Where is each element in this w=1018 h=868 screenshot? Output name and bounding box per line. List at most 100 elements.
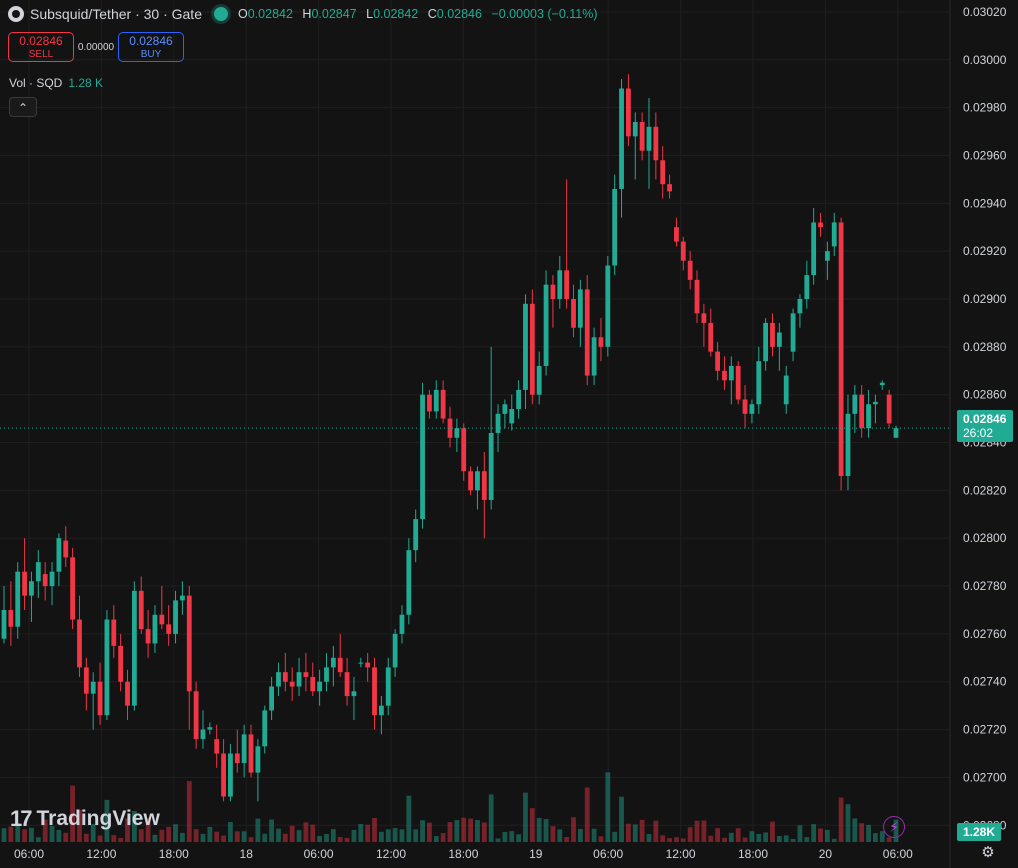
volume-bar: [166, 826, 172, 842]
price-tick-label: 0.02700: [963, 770, 1007, 784]
candle-body: [255, 746, 261, 773]
volume-bar: [790, 838, 796, 842]
chart-grid: [0, 0, 1018, 868]
volume-bar: [296, 830, 302, 842]
volume-bar: [248, 837, 254, 842]
last-price-value: 0.02846: [963, 412, 1007, 426]
volume-bar: [337, 837, 343, 842]
candle-body: [248, 734, 254, 773]
collapse-legend-button[interactable]: ⌃: [9, 97, 37, 117]
candle-body: [35, 562, 41, 582]
candle-body: [77, 619, 82, 668]
price-tick-label: 0.03020: [963, 5, 1007, 19]
candle-body: [221, 753, 226, 797]
symbol-logo-icon: [8, 6, 24, 22]
candle-body: [502, 404, 508, 414]
volume-bar: [454, 820, 460, 842]
candle-body: [591, 337, 597, 376]
candle-body: [797, 299, 803, 314]
volume-bar: [111, 835, 117, 842]
volume-bar: [639, 819, 645, 842]
time-tick-label: 06:00: [304, 847, 334, 861]
volume-bar: [557, 829, 563, 842]
volume-bar: [481, 822, 487, 842]
candle-body: [481, 471, 487, 500]
volume-bar: [735, 828, 741, 842]
candle-body: [742, 399, 748, 414]
volume-bar: [715, 828, 721, 842]
candle-body: [276, 672, 281, 687]
candle-body: [831, 222, 837, 247]
sell-button[interactable]: 0.02846 SELL: [8, 32, 74, 62]
settings-gear-icon[interactable]: ⚙: [980, 845, 996, 861]
candle-body: [152, 614, 158, 644]
candle-body: [612, 188, 618, 266]
symbol-legend: Subsquid/Tether · 30 · Gate O0.02842 H0.…: [8, 6, 604, 22]
volume-bar: [605, 772, 611, 842]
buy-button[interactable]: 0.02846 BUY: [118, 32, 184, 62]
candle-body: [577, 289, 583, 328]
price-tick-label: 0.02880: [963, 340, 1007, 354]
candle-body: [420, 394, 425, 520]
candle-body: [468, 471, 473, 491]
volume-bar: [468, 818, 473, 842]
candlestick-chart[interactable]: 0.03020 0.03000 0.02980 0.02960 0.02940 0.029…: [0, 0, 1018, 868]
volume-bar: [385, 829, 391, 842]
candle-body: [756, 361, 762, 405]
candle-body: [392, 633, 398, 668]
volume-bar: [584, 787, 590, 842]
volume-bar: [413, 829, 419, 842]
candle-body: [200, 729, 206, 740]
volume-bar: [427, 822, 432, 842]
last-price-tag: 0.02846 26:02: [957, 410, 1013, 442]
candle-body: [632, 121, 638, 137]
volume-bar: [619, 796, 624, 842]
candle-body: [214, 739, 220, 754]
volume-bar: [694, 820, 700, 842]
candle-body: [660, 160, 666, 185]
candle-body: [886, 394, 892, 424]
volume-bar: [756, 833, 762, 842]
candle-body: [22, 571, 27, 596]
tradingview-logo[interactable]: 17 TradingView: [10, 806, 160, 832]
volume-bar: [625, 823, 631, 842]
volume-bar: [228, 821, 233, 842]
candle-body: [131, 590, 137, 706]
volume-bar: [886, 837, 892, 842]
candle-body: [770, 322, 775, 347]
candle-body: [859, 394, 865, 429]
candle-body: [344, 672, 350, 697]
volume-bar: [873, 833, 878, 842]
volume-bar: [159, 829, 165, 842]
volume-bar: [433, 836, 439, 842]
candle-body: [303, 672, 309, 677]
price-tick-label: 0.02920: [963, 244, 1007, 258]
candle-body: [330, 657, 336, 668]
volume-bar: [282, 833, 288, 842]
volume-bar: [440, 833, 446, 842]
candle-body: [186, 595, 192, 692]
candle-body: [90, 681, 96, 694]
volume-bar: [529, 808, 535, 842]
volume-bar: [495, 838, 501, 842]
volume-legend[interactable]: Vol · SQD 1.28 K: [9, 76, 103, 90]
candle-body: [42, 574, 48, 587]
trade-panel: 0.02846 SELL 0.00000 0.02846 BUY: [8, 32, 184, 62]
candle-body: [722, 370, 727, 381]
candle-body: [625, 88, 631, 137]
volume-bar: [523, 792, 528, 842]
candle-body: [440, 389, 446, 419]
candle-body: [351, 691, 357, 697]
symbol-title[interactable]: Subsquid/Tether · 30 · Gate: [30, 6, 202, 22]
candle-body: [234, 753, 240, 764]
candle-body: [413, 519, 419, 551]
volume-bar: [811, 824, 817, 842]
time-tick-label: 06:00: [14, 847, 44, 861]
volume-bar: [708, 835, 714, 842]
volume-bar: [372, 817, 377, 842]
volume-bar: [804, 837, 810, 842]
volume-bar: [653, 820, 659, 842]
market-status-icon[interactable]: [214, 7, 228, 21]
candle-body: [63, 540, 69, 558]
lightning-icon[interactable]: ⚡: [883, 816, 905, 838]
